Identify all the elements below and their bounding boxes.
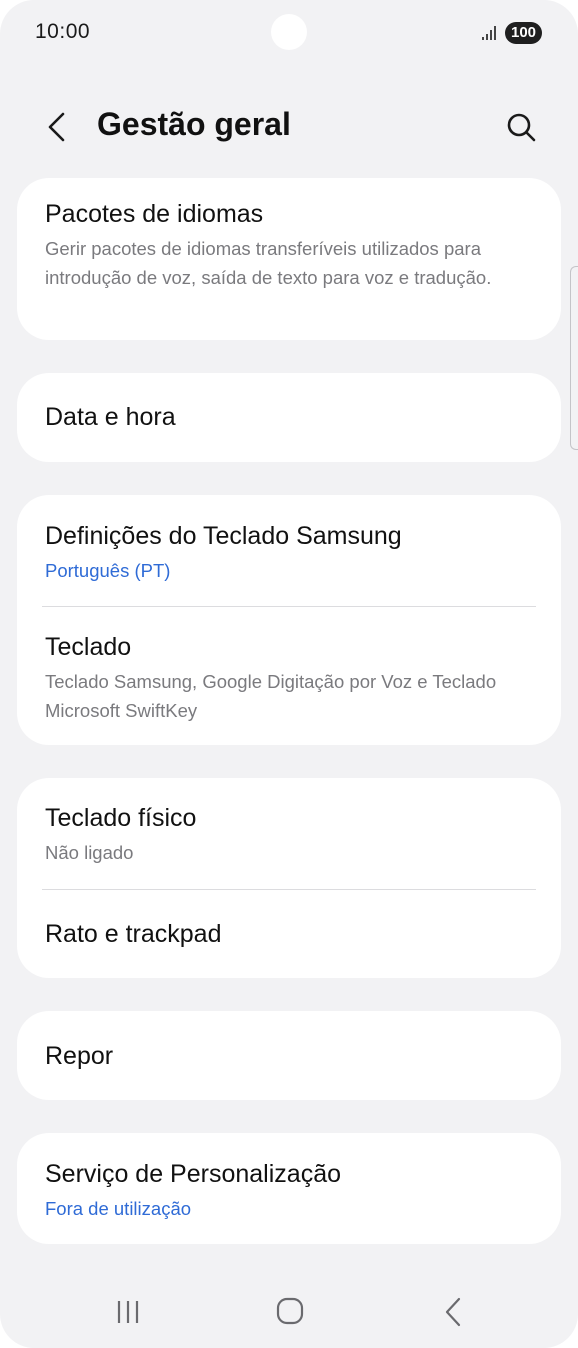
list-item-date-time[interactable]: Data e hora [17, 373, 561, 462]
search-button[interactable] [500, 104, 544, 150]
scrollbar[interactable] [570, 266, 578, 450]
list-item-keyboard[interactable]: Teclado Teclado Samsung, Google Digitaçã… [17, 607, 561, 745]
item-title: Pacotes de idiomas [45, 200, 264, 228]
camera-cutout [271, 14, 307, 50]
list-item-mouse-trackpad[interactable]: Rato e trackpad [17, 890, 561, 978]
back-button[interactable] [36, 104, 80, 150]
nav-home-button[interactable] [260, 1286, 320, 1338]
item-subtitle: Gerir pacotes de idiomas transferíveis u… [45, 238, 492, 288]
card-reset: Repor [17, 1011, 561, 1100]
settings-screen: 10:00 100 Gestão geral Pacotes de idioma… [0, 0, 578, 1348]
item-title: Data e hora [45, 403, 176, 431]
card-language-packs: Pacotes de idiomas Gerir pacotes de idio… [17, 178, 561, 340]
status-bar: 10:00 100 [0, 0, 578, 66]
chevron-left-icon [48, 112, 65, 142]
search-icon [507, 113, 536, 142]
item-title: Definições do Teclado Samsung [45, 522, 402, 550]
battery-badge: 100 [505, 22, 542, 44]
list-item-physical-keyboard[interactable]: Teclado físico Não ligado [17, 778, 561, 889]
card-keyboard: Definições do Teclado Samsung Português … [17, 495, 561, 745]
nav-back-button[interactable] [423, 1286, 483, 1338]
list-item-samsung-keyboard-settings[interactable]: Definições do Teclado Samsung Português … [17, 495, 561, 606]
page-title: Gestão geral [97, 106, 291, 142]
item-subtitle: Teclado Samsung, Google Digitação por Vo… [45, 671, 497, 721]
card-personalization: Serviço de Personalização Fora de utiliz… [17, 1133, 561, 1244]
home-icon [276, 1297, 304, 1325]
list-item-reset[interactable]: Repor [17, 1011, 561, 1100]
list-item-language-packs[interactable]: Pacotes de idiomas Gerir pacotes de idio… [17, 178, 561, 340]
item-title: Teclado [45, 633, 132, 661]
item-title: Serviço de Personalização [45, 1160, 341, 1188]
item-title: Rato e trackpad [45, 920, 222, 948]
status-time: 10:00 [35, 20, 91, 43]
item-subtitle: Fora de utilização [45, 1198, 192, 1219]
recents-icon [117, 1301, 139, 1323]
card-physical-input: Teclado físico Não ligado Rato e trackpa… [17, 778, 561, 978]
signal-bars-icon [482, 26, 496, 40]
card-date-time: Data e hora [17, 373, 561, 462]
back-icon [445, 1297, 461, 1327]
item-subtitle: Português (PT) [45, 560, 171, 581]
item-title: Teclado físico [45, 804, 197, 832]
item-subtitle: Não ligado [45, 842, 134, 863]
list-item-personalization-service[interactable]: Serviço de Personalização Fora de utiliz… [17, 1133, 561, 1244]
nav-recents-button[interactable] [98, 1286, 158, 1338]
item-title: Repor [45, 1042, 114, 1070]
